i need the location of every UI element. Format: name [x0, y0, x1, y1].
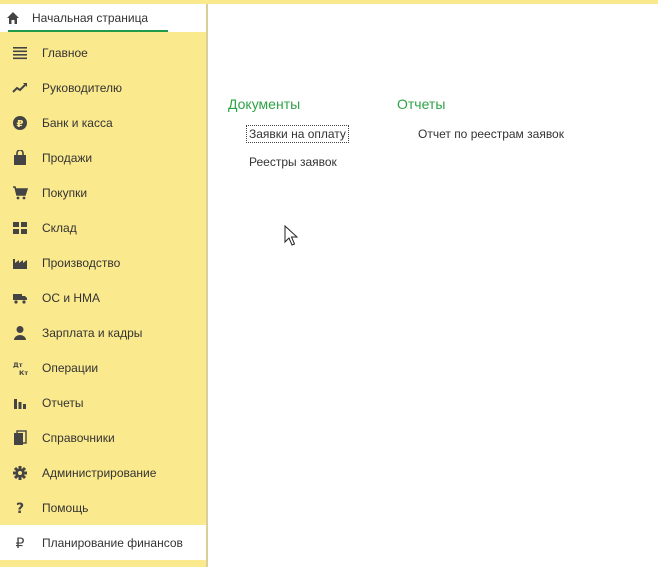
- sidebar-item-manager[interactable]: Руководителю: [0, 70, 206, 105]
- truck-icon: [10, 288, 30, 308]
- sidebar-item-label: Банк и касса: [42, 115, 113, 130]
- svg-text:₽: ₽: [17, 119, 24, 130]
- ruble-coin-icon: ₽: [10, 113, 30, 133]
- trend-icon: [10, 78, 30, 98]
- shopping-bag-icon: [10, 148, 30, 168]
- sidebar-item-label: Администрирование: [42, 465, 157, 480]
- factory-icon: [10, 253, 30, 273]
- sidebar-item-warehouse[interactable]: Склад: [0, 210, 206, 245]
- sidebar-item-label: Руководителю: [42, 80, 123, 95]
- sidebar-item-purchases[interactable]: Покупки: [0, 175, 206, 210]
- sidebar-item-label: Покупки: [42, 185, 88, 200]
- documents-section: Документы Заявки на оплату Реестры заяво…: [228, 96, 349, 182]
- panel-divider: [206, 4, 208, 567]
- sidebar-item-production[interactable]: Производство: [0, 245, 206, 280]
- sidebar-item-directories[interactable]: Справочники: [0, 420, 206, 455]
- sidebar-item-reports[interactable]: Отчеты: [0, 385, 206, 420]
- reports-section: Отчеты Отчет по реестрам заявок: [397, 96, 566, 154]
- question-icon: ?: [10, 498, 30, 518]
- svg-text:?: ?: [16, 501, 24, 516]
- sidebar-item-finance-planning[interactable]: ₽ Планирование финансов: [0, 525, 206, 560]
- request-registers-link[interactable]: Реестры заявок: [247, 154, 348, 170]
- dt-kt-icon: Дт Кт: [10, 358, 30, 378]
- mouse-cursor-icon: [284, 224, 299, 247]
- sidebar: Главное Руководителю ₽ Банк и касса Прод…: [0, 32, 207, 567]
- sidebar-item-label: Производство: [42, 255, 121, 270]
- sidebar-item-label: Справочники: [42, 430, 115, 445]
- sidebar-item-main[interactable]: Главное: [0, 35, 206, 70]
- gear-icon: [10, 463, 30, 483]
- sidebar-item-bank[interactable]: ₽ Банк и касса: [0, 105, 206, 140]
- home-tab[interactable]: Начальная страница: [0, 4, 168, 32]
- home-icon: [6, 11, 20, 25]
- sidebar-item-label: Зарплата и кадры: [42, 325, 143, 340]
- sidebar-item-help[interactable]: ? Помощь: [0, 490, 206, 525]
- books-icon: [10, 428, 30, 448]
- ruble-sign-icon: ₽: [10, 533, 30, 553]
- sidebar-item-label: Планирование финансов: [42, 535, 183, 550]
- payment-requests-link[interactable]: Заявки на оплату: [246, 125, 349, 143]
- menu-lines-icon: [10, 43, 30, 63]
- bar-chart-icon: [10, 393, 30, 413]
- sidebar-item-label: ОС и НМА: [42, 290, 101, 305]
- sidebar-item-label: Продажи: [42, 150, 93, 165]
- sidebar-item-fixed-assets[interactable]: ОС и НМА: [0, 280, 206, 315]
- register-report-link[interactable]: Отчет по реестрам заявок: [416, 126, 566, 142]
- documents-title: Документы: [228, 96, 301, 112]
- cart-icon: [10, 183, 30, 203]
- sidebar-item-sales[interactable]: Продажи: [0, 140, 206, 175]
- svg-text:₽: ₽: [16, 536, 25, 551]
- sidebar-item-label: Отчеты: [42, 395, 84, 410]
- home-bar: Начальная страница: [0, 4, 170, 32]
- reports-title: Отчеты: [397, 96, 446, 112]
- svg-text:Дт: Дт: [13, 361, 23, 369]
- sidebar-item-label: Главное: [42, 45, 88, 60]
- sidebar-item-label: Операции: [42, 360, 99, 375]
- sidebar-item-operations[interactable]: Дт Кт Операции: [0, 350, 206, 385]
- sidebar-item-label: Склад: [42, 220, 77, 235]
- home-tab-label: Начальная страница: [32, 11, 149, 25]
- svg-text:Кт: Кт: [19, 369, 28, 376]
- sidebar-item-label: Помощь: [42, 500, 89, 515]
- sidebar-item-payroll[interactable]: Зарплата и кадры: [0, 315, 206, 350]
- person-icon: [10, 323, 30, 343]
- sidebar-item-admin[interactable]: Администрирование: [0, 455, 206, 490]
- warehouse-grid-icon: [10, 218, 30, 238]
